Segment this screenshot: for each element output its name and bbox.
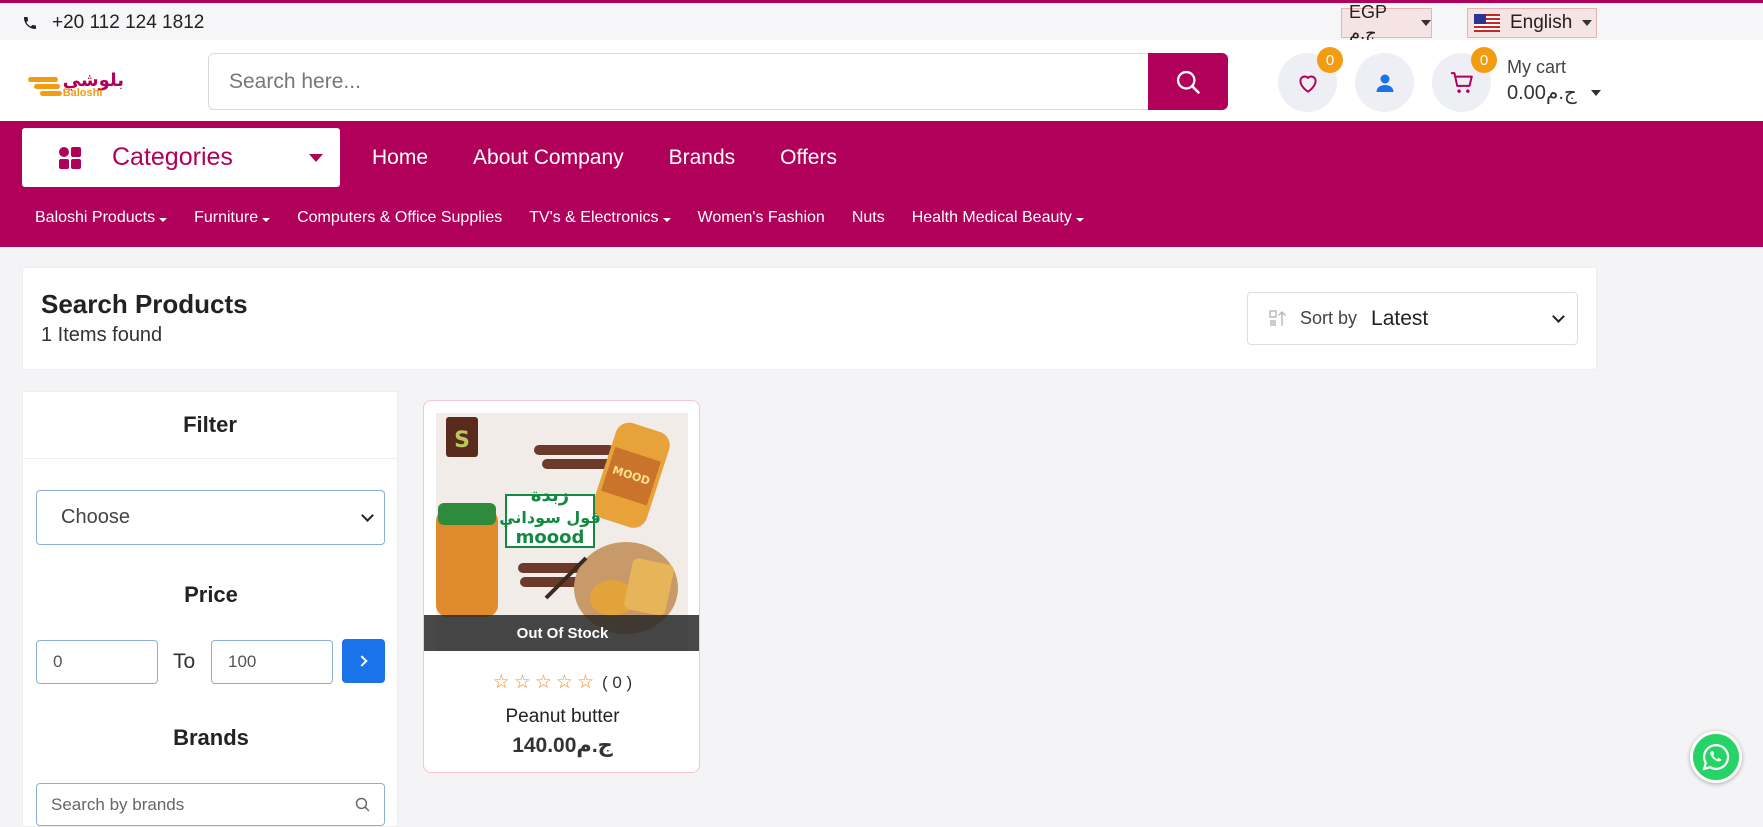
site-logo[interactable]: بلوشي Baloshi bbox=[28, 70, 124, 102]
svg-text:S: S bbox=[454, 428, 470, 453]
whatsapp-button[interactable] bbox=[1690, 731, 1742, 783]
logo-cart-icon bbox=[28, 73, 62, 99]
search-bar bbox=[208, 53, 1228, 110]
star-icon: ☆ bbox=[576, 672, 594, 693]
brand-search-input[interactable]: Search by brands bbox=[36, 783, 385, 826]
category-nav: Baloshi Products Furniture Computers & O… bbox=[35, 209, 1084, 227]
search-icon bbox=[355, 797, 370, 812]
chevron-down-icon bbox=[1582, 20, 1593, 26]
nav-link-home[interactable]: Home bbox=[372, 146, 428, 170]
chevron-down-icon bbox=[262, 217, 271, 222]
cart-button[interactable]: 0 bbox=[1432, 47, 1497, 112]
language-label: English bbox=[1510, 12, 1573, 33]
result-count: 1 Items found bbox=[41, 324, 163, 346]
nav-link-about-company[interactable]: About Company bbox=[473, 146, 624, 170]
chevron-right-icon bbox=[356, 655, 368, 667]
account-button[interactable] bbox=[1355, 53, 1414, 112]
product-price: 140.00ج.م bbox=[512, 734, 613, 757]
rating-stars: ☆ ☆ ☆ ☆ ☆ ( 0 ) bbox=[424, 671, 699, 694]
category-link-nuts[interactable]: Nuts bbox=[852, 209, 885, 227]
category-link-computers[interactable]: Computers & Office Supplies bbox=[297, 209, 502, 227]
top-bar: +20 112 124 1812 EGP ج.م English bbox=[0, 0, 1763, 43]
search-button[interactable] bbox=[1148, 53, 1228, 110]
currency-label: EGP ج.م bbox=[1349, 2, 1387, 43]
price-min-input[interactable]: 0 bbox=[36, 640, 158, 684]
out-of-stock-badge: Out Of Stock bbox=[424, 615, 699, 651]
sort-select[interactable]: Sort by Latest bbox=[1247, 292, 1578, 345]
sort-label: Sort by bbox=[1300, 308, 1358, 328]
sort-icon bbox=[1269, 309, 1287, 326]
search-input[interactable] bbox=[229, 68, 1109, 96]
search-icon bbox=[1176, 70, 1200, 94]
product-card[interactable]: S MOOD زبدة فول سوداني moood Out Of Stoc… bbox=[423, 400, 700, 773]
svg-text:فول سوداني: فول سوداني bbox=[499, 508, 601, 528]
cart-label: My cart bbox=[1507, 57, 1567, 77]
chevron-down-icon bbox=[361, 508, 374, 522]
heart-icon bbox=[1298, 75, 1317, 93]
chevron-down-icon bbox=[1590, 89, 1601, 96]
language-selector[interactable]: English bbox=[1467, 8, 1597, 38]
chevron-down-icon bbox=[1421, 20, 1431, 26]
nav-link-brands[interactable]: Brands bbox=[669, 146, 736, 170]
category-link-health-medical-beauty[interactable]: Health Medical Beauty bbox=[912, 209, 1084, 227]
sort-value: Latest bbox=[1371, 307, 1577, 331]
apply-price-button[interactable] bbox=[342, 639, 385, 683]
categories-grid-icon bbox=[59, 146, 81, 169]
main-header: بلوشي Baloshi 0 0 My cart 0.00ج.م bbox=[0, 40, 1763, 121]
cart-count-badge: 0 bbox=[1471, 47, 1497, 73]
product-name[interactable]: Peanut butter bbox=[424, 706, 699, 728]
us-flag-icon bbox=[1474, 14, 1500, 32]
price-title: Price bbox=[184, 582, 238, 607]
svg-text:moood: moood bbox=[516, 527, 585, 548]
wishlist-count-badge: 0 bbox=[1317, 47, 1343, 73]
categories-dropdown[interactable]: Categories bbox=[22, 128, 340, 187]
cart-icon bbox=[1450, 71, 1473, 93]
chevron-down-icon bbox=[308, 153, 323, 162]
categories-label: Categories bbox=[112, 143, 233, 171]
cart-total[interactable]: 0.00ج.م bbox=[1507, 80, 1601, 105]
cart-total-value: 0.00ج.م bbox=[1507, 82, 1577, 104]
whatsapp-icon bbox=[1702, 743, 1730, 771]
filter-title: Filter bbox=[23, 392, 397, 459]
star-icon: ☆ bbox=[513, 672, 531, 693]
category-link-furniture[interactable]: Furniture bbox=[194, 209, 271, 227]
user-icon bbox=[1376, 74, 1393, 92]
price-max-input[interactable]: 100 bbox=[211, 640, 333, 684]
star-icon: ☆ bbox=[492, 672, 510, 693]
brands-title: Brands bbox=[173, 725, 249, 750]
chevron-down-icon bbox=[1552, 309, 1565, 323]
category-link-womens-fashion[interactable]: Women's Fashion bbox=[698, 209, 825, 227]
main-nav: Home About Company Brands Offers bbox=[372, 146, 837, 170]
nav-link-offers[interactable]: Offers bbox=[780, 146, 837, 170]
svg-text:زبدة: زبدة bbox=[531, 485, 569, 506]
star-icon: ☆ bbox=[534, 672, 552, 693]
navigation-bar: Categories Home About Company Brands Off… bbox=[0, 121, 1763, 247]
currency-selector[interactable]: EGP ج.م bbox=[1341, 2, 1432, 43]
results-header: Search Products 1 Items found Sort by La… bbox=[22, 267, 1597, 370]
category-link-tv-electronics[interactable]: TV's & Electronics bbox=[529, 209, 671, 227]
chevron-down-icon bbox=[662, 217, 671, 222]
chevron-down-icon bbox=[1075, 217, 1084, 222]
category-link-baloshi-products[interactable]: Baloshi Products bbox=[35, 209, 168, 227]
star-icon: ☆ bbox=[555, 672, 573, 693]
phone-contact[interactable]: +20 112 124 1812 bbox=[22, 12, 204, 34]
category-filter-select[interactable]: Choose bbox=[36, 490, 385, 545]
phone-number: +20 112 124 1812 bbox=[52, 12, 205, 33]
page-title: Search Products bbox=[41, 289, 248, 319]
price-to-label: To bbox=[173, 650, 196, 673]
phone-icon bbox=[24, 17, 36, 29]
filter-sidebar: Filter Choose Price 0 To 100 Brands Sear… bbox=[22, 391, 398, 827]
rating-count: ( 0 ) bbox=[602, 672, 633, 692]
logo-text: بلوشي Baloshi bbox=[62, 70, 124, 99]
chevron-down-icon bbox=[159, 217, 168, 222]
wishlist-button[interactable]: 0 bbox=[1278, 47, 1343, 112]
